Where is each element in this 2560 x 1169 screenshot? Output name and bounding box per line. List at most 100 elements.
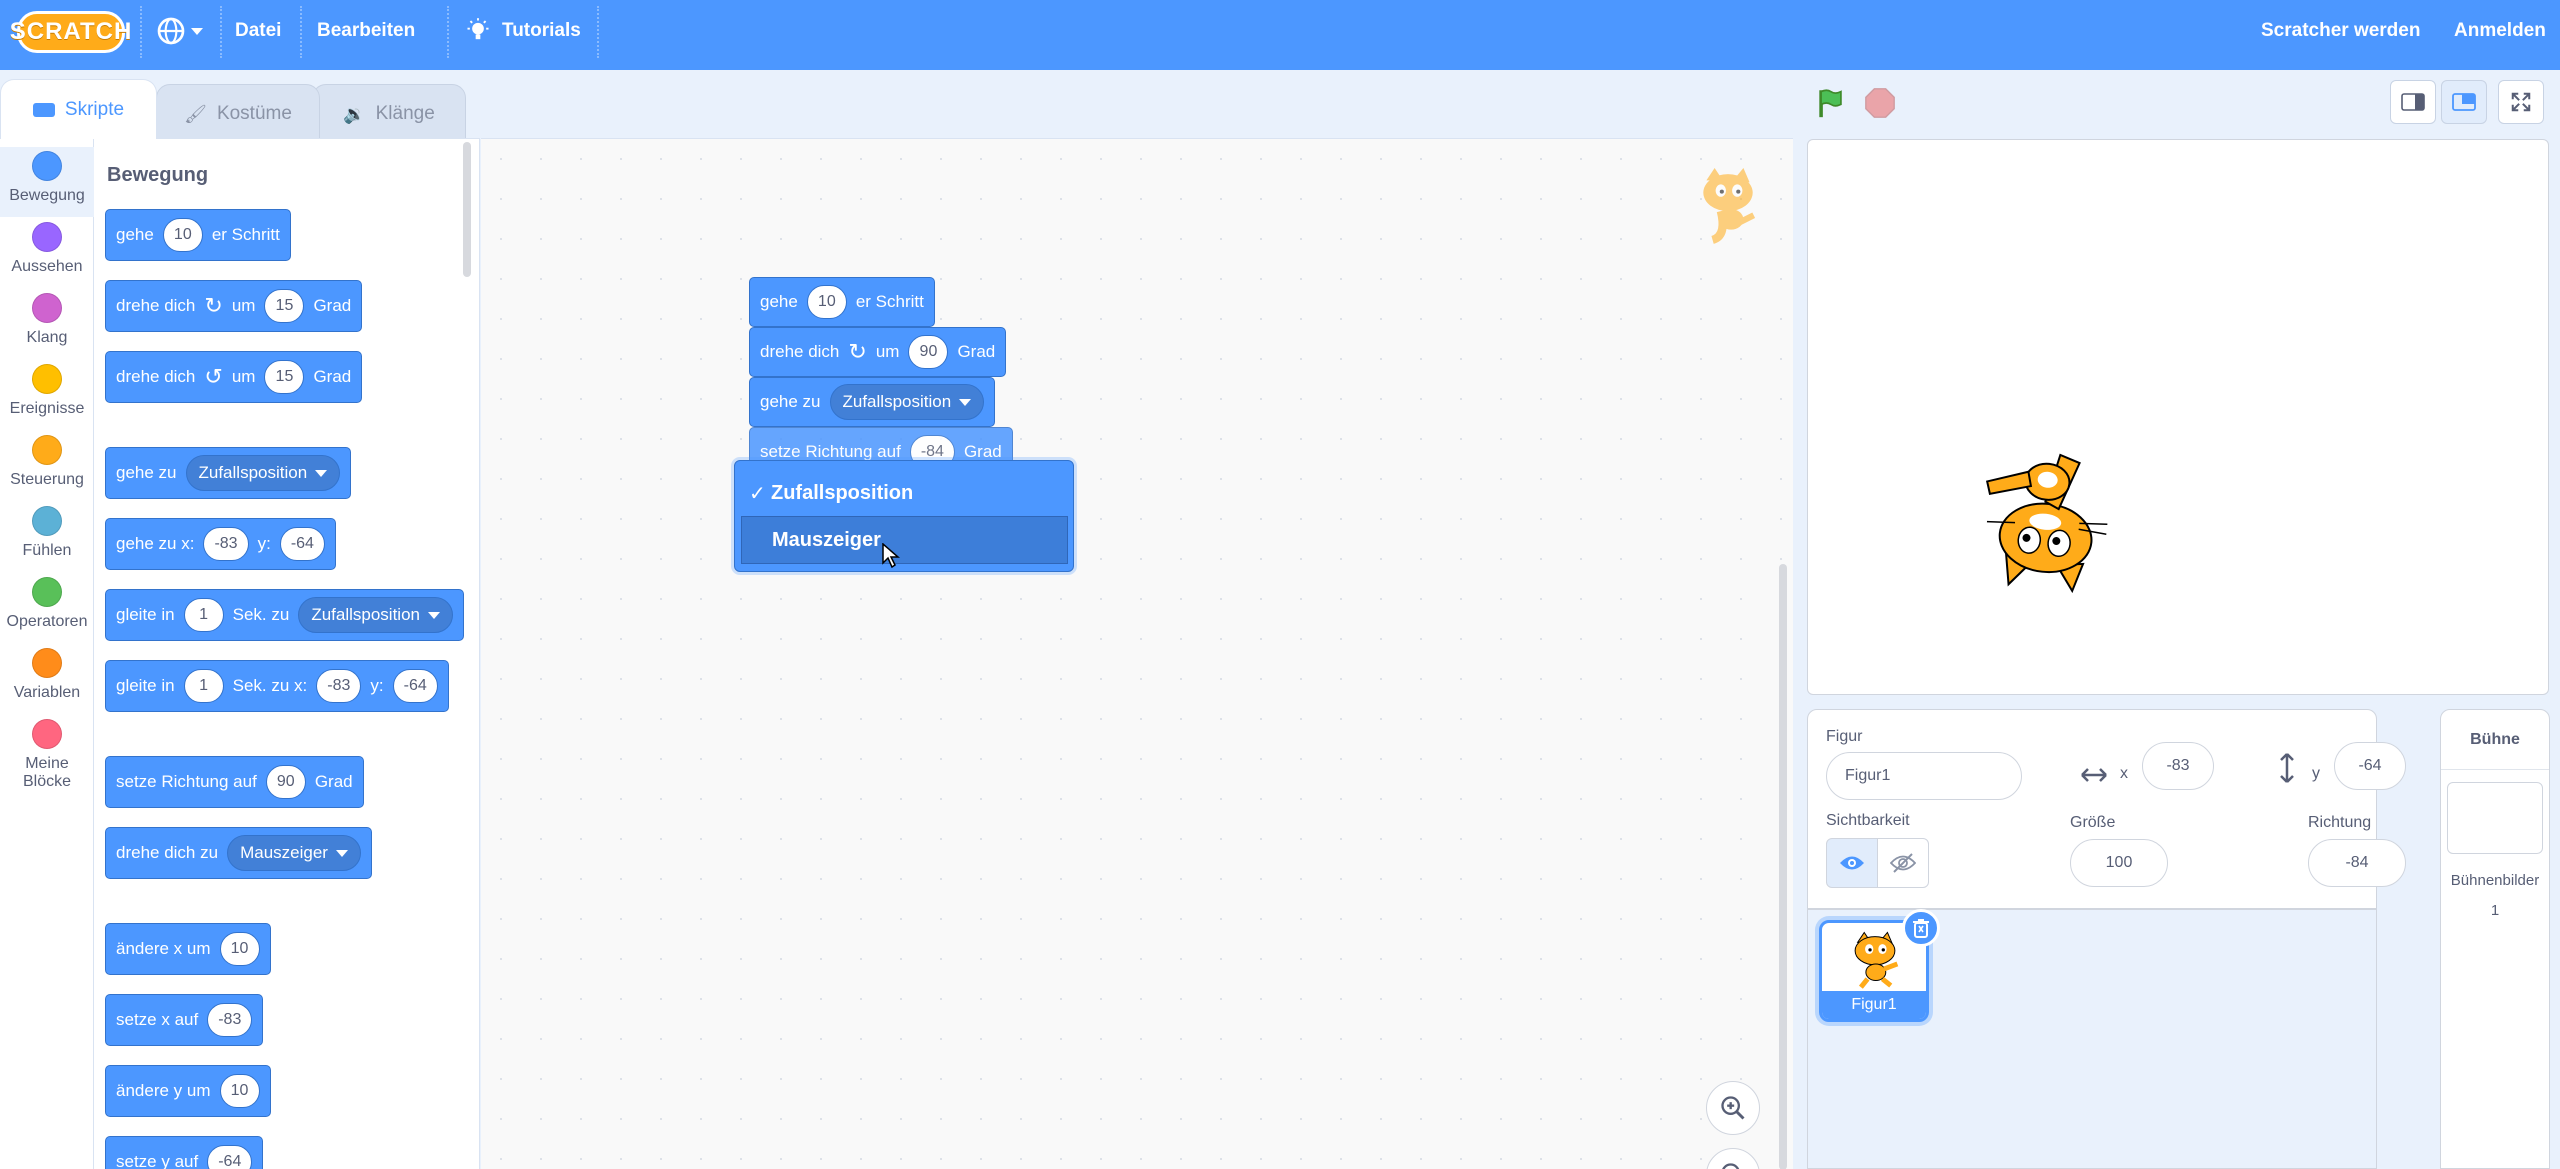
dropdown-option-random[interactable]: ✓ Zufallsposition: [741, 469, 1068, 517]
y-input[interactable]: -64: [392, 669, 438, 703]
palette-scrollbar[interactable]: [463, 142, 471, 277]
normal-stage-button[interactable]: [2441, 80, 2487, 124]
script-block-move[interactable]: gehe 10 er Schritt: [749, 277, 935, 327]
tab-sounds[interactable]: 🔉 Klänge: [312, 84, 466, 144]
category-ereignisse[interactable]: Ereignisse: [0, 360, 94, 430]
block-text: um: [875, 342, 900, 361]
file-menu[interactable]: Datei: [235, 0, 281, 62]
hide-sprite-button[interactable]: [1877, 838, 1929, 888]
category-color-dot: [32, 577, 62, 607]
block-set-y[interactable]: setze y auf -64: [105, 1136, 264, 1169]
zoom-in-button[interactable]: [1706, 1081, 1760, 1135]
dx-input[interactable]: 10: [219, 932, 260, 966]
category-operatoren[interactable]: Operatoren: [0, 573, 94, 643]
brush-icon: 🖌: [184, 103, 207, 124]
sprite-name-input[interactable]: Figur1: [1826, 752, 2022, 800]
block-point-towards[interactable]: drehe dich zu Mauszeiger: [105, 827, 372, 879]
y-input[interactable]: -64: [279, 527, 325, 561]
stage-canvas[interactable]: [1807, 139, 2549, 695]
edit-menu[interactable]: Bearbeiten: [317, 0, 415, 62]
degrees-input[interactable]: 15: [264, 360, 305, 394]
green-flag-icon[interactable]: [1814, 86, 1848, 120]
dropdown-option-mouse[interactable]: Mauszeiger: [741, 516, 1068, 564]
block-point-direction[interactable]: setze Richtung auf 90 Grad: [105, 756, 364, 808]
y-input[interactable]: -64: [207, 1145, 253, 1169]
show-sprite-button[interactable]: [1826, 838, 1878, 888]
stop-icon[interactable]: [1863, 86, 1897, 120]
block-change-x[interactable]: ändere x um 10: [105, 923, 271, 975]
category-label: Operatoren: [6, 613, 88, 630]
tutorials-button[interactable]: Tutorials: [464, 0, 581, 62]
dy-input[interactable]: 10: [219, 1074, 260, 1108]
category-label: Variablen: [13, 684, 81, 701]
stage-selector[interactable]: Bühne Bühnenbilder 1: [2440, 709, 2550, 1169]
direction-input[interactable]: -84: [2308, 839, 2406, 887]
seconds-input[interactable]: 1: [183, 598, 224, 632]
category-variablen[interactable]: Variablen: [0, 644, 94, 714]
size-input[interactable]: 100: [2070, 839, 2168, 887]
category-bewegung[interactable]: Bewegung: [0, 147, 94, 217]
palette-title: Bewegung: [107, 164, 209, 186]
category-aussehen[interactable]: Aussehen: [0, 218, 94, 288]
tab-code[interactable]: Skripte: [0, 79, 157, 139]
block-goto[interactable]: gehe zu Zufallsposition: [105, 447, 352, 499]
x-label: x: [2120, 765, 2128, 782]
tab-costumes[interactable]: 🖌 Kostüme: [156, 84, 320, 144]
goto-target-dropdown[interactable]: Zufallsposition: [829, 384, 985, 420]
dropdown-value: Zufallsposition: [311, 605, 420, 624]
x-input[interactable]: -83: [207, 1003, 253, 1037]
trash-icon: [1913, 919, 1929, 938]
direction-input[interactable]: 90: [265, 765, 306, 799]
block-set-x[interactable]: setze x auf -83: [105, 994, 264, 1046]
script-block-goto[interactable]: gehe zu Zufallsposition: [749, 377, 996, 427]
sign-in-link[interactable]: Anmelden: [2454, 0, 2546, 62]
delete-sprite-button[interactable]: [1902, 909, 1940, 947]
block-glide-to[interactable]: gleite in 1 Sek. zu Zufallsposition: [105, 589, 464, 641]
category-fühlen[interactable]: Fühlen: [0, 502, 94, 572]
block-text: gleite in: [116, 676, 175, 695]
x-input[interactable]: -83: [203, 527, 249, 561]
checkmark-icon: ✓: [749, 482, 766, 505]
x-input[interactable]: -83: [316, 669, 362, 703]
degrees-input[interactable]: 15: [264, 289, 305, 323]
category-steuerung[interactable]: Steuerung: [0, 431, 94, 501]
caret-down-icon: [315, 469, 328, 477]
horizontal-arrows-icon: [2081, 768, 2107, 782]
category-color-dot: [32, 435, 62, 465]
block-turn-right[interactable]: drehe dich ↻ um 15 Grad: [105, 280, 363, 332]
goto-target-dropdown[interactable]: Zufallsposition: [185, 455, 341, 491]
sprite-cat-upside-down[interactable]: [1968, 430, 2128, 600]
glide-target-dropdown[interactable]: Zufallsposition: [298, 597, 453, 633]
script-scrollbar[interactable]: [1779, 564, 1787, 1169]
block-text: Grad: [313, 367, 352, 386]
block-move-steps[interactable]: gehe 10 er Schritt: [105, 209, 291, 261]
category-klang[interactable]: Klang: [0, 289, 94, 359]
caret-down-icon: [427, 611, 440, 619]
small-stage-button[interactable]: [2390, 80, 2436, 124]
script-block-turn[interactable]: drehe dich ↻ um 90 Grad: [749, 327, 1007, 377]
x-input[interactable]: -83: [2142, 742, 2214, 790]
block-goto-xy[interactable]: gehe zu x: -83 y: -64: [105, 518, 336, 570]
mouse-cursor-icon: [882, 543, 900, 569]
fullscreen-button[interactable]: [2498, 80, 2544, 124]
block-turn-left[interactable]: drehe dich ↺ um 15 Grad: [105, 351, 363, 403]
block-text: Grad: [314, 772, 353, 791]
steps-input[interactable]: 10: [162, 218, 203, 252]
scratch-logo[interactable]: SCRATCH: [10, 11, 131, 53]
seconds-input[interactable]: 1: [183, 669, 224, 703]
speaker-icon: 🔉: [343, 103, 366, 124]
join-scratch-link[interactable]: Scratcher werden: [2261, 0, 2420, 62]
block-change-y[interactable]: ändere y um 10: [105, 1065, 271, 1117]
category-color-dot: [32, 506, 62, 536]
block-glide-xy[interactable]: gleite in 1 Sek. zu x: -83 y: -64: [105, 660, 449, 712]
towards-target-dropdown[interactable]: Mauszeiger: [227, 835, 361, 871]
language-menu[interactable]: [155, 0, 203, 62]
degrees-input[interactable]: 90: [908, 335, 949, 369]
script-area[interactable]: [481, 138, 1793, 1169]
backdrop-thumbnail[interactable]: [2447, 782, 2543, 854]
y-input[interactable]: -64: [2334, 742, 2406, 790]
sprite-tile-name: Figur1: [1822, 991, 1926, 1019]
category-meine[interactable]: Meine Blöcke: [0, 715, 94, 790]
rotate-left-icon: ↺: [204, 364, 223, 389]
steps-input[interactable]: 10: [806, 285, 847, 319]
